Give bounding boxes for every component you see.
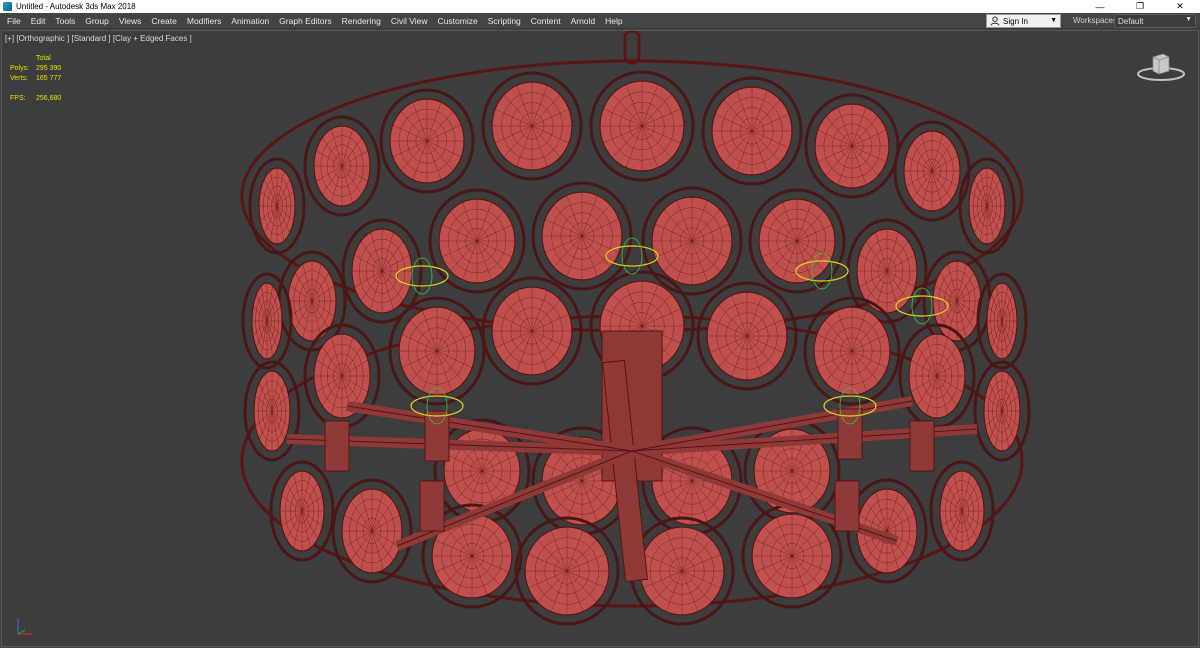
menu-tools[interactable]: Tools	[55, 16, 75, 26]
menu-create[interactable]: Create	[151, 16, 177, 26]
hanging-loop	[623, 31, 641, 65]
stats-overlay: Total Polys: 295 390 Verts: 165 777 FPS: 25…	[10, 54, 61, 104]
sign-in-dropdown[interactable]: Sign In ▼	[986, 14, 1061, 28]
stats-header: Total	[36, 55, 51, 62]
candle-holder	[834, 480, 860, 532]
viewport-orthographic[interactable]: [+] [Orthographic ] [Standard ] [Clay + …	[1, 30, 1199, 647]
maximize-button[interactable]: ❐	[1120, 0, 1160, 13]
fps-label: FPS:	[10, 95, 26, 102]
workspaces-value: Default	[1118, 16, 1144, 26]
verts-label: Verts:	[10, 75, 28, 82]
menu-file[interactable]: File	[7, 16, 21, 26]
menu-arnold[interactable]: Arnold	[571, 16, 596, 26]
polys-value: 295 390	[36, 65, 62, 72]
menu-bar: File Edit Tools Group Views Create Modif…	[0, 13, 1200, 29]
chevron-down-icon: ▼	[1050, 17, 1057, 24]
candle-holder	[324, 420, 350, 472]
window-title: Untitled - Autodesk 3ds Max 2018	[16, 2, 136, 11]
polys-label: Polys:	[10, 65, 30, 72]
chandelier-model[interactable]	[2, 31, 1199, 647]
menu-customize[interactable]: Customize	[438, 16, 478, 26]
viewcube-icon[interactable]	[1136, 49, 1186, 83]
menu-rendering[interactable]: Rendering	[342, 16, 381, 26]
menu-edit[interactable]: Edit	[31, 16, 46, 26]
verts-value: 165 777	[36, 75, 62, 82]
menu-modifiers[interactable]: Modifiers	[187, 16, 221, 26]
chevron-down-icon: ▼	[1185, 16, 1192, 23]
workspaces-label: Workspaces:	[1073, 16, 1120, 25]
viewport-label[interactable]: [+] [Orthographic ] [Standard ] [Clay + …	[5, 34, 192, 43]
axis-tripod-icon	[12, 612, 40, 638]
menu-scripting[interactable]: Scripting	[488, 16, 521, 26]
menu-civil-view[interactable]: Civil View	[391, 16, 428, 26]
menu-animation[interactable]: Animation	[231, 16, 269, 26]
candle-holder	[909, 420, 935, 472]
fps-value: 256,680	[36, 95, 62, 102]
candle-holder	[419, 480, 445, 532]
window-controls: — ❐ ✕	[1080, 0, 1200, 13]
workspaces-select[interactable]: Default ▼	[1114, 14, 1196, 28]
menu-group[interactable]: Group	[85, 16, 109, 26]
menu-content[interactable]: Content	[531, 16, 561, 26]
minimize-button[interactable]: —	[1080, 0, 1120, 13]
sign-in-label: Sign In	[1003, 16, 1028, 26]
close-button[interactable]: ✕	[1160, 0, 1200, 13]
app-icon	[3, 2, 12, 11]
menu-help[interactable]: Help	[605, 16, 622, 26]
candle-holder	[424, 410, 450, 462]
menu-graph-editors[interactable]: Graph Editors	[279, 16, 331, 26]
title-bar: Untitled - Autodesk 3ds Max 2018 — ❐ ✕	[0, 0, 1200, 13]
menu-views[interactable]: Views	[119, 16, 142, 26]
user-icon	[990, 16, 1000, 26]
